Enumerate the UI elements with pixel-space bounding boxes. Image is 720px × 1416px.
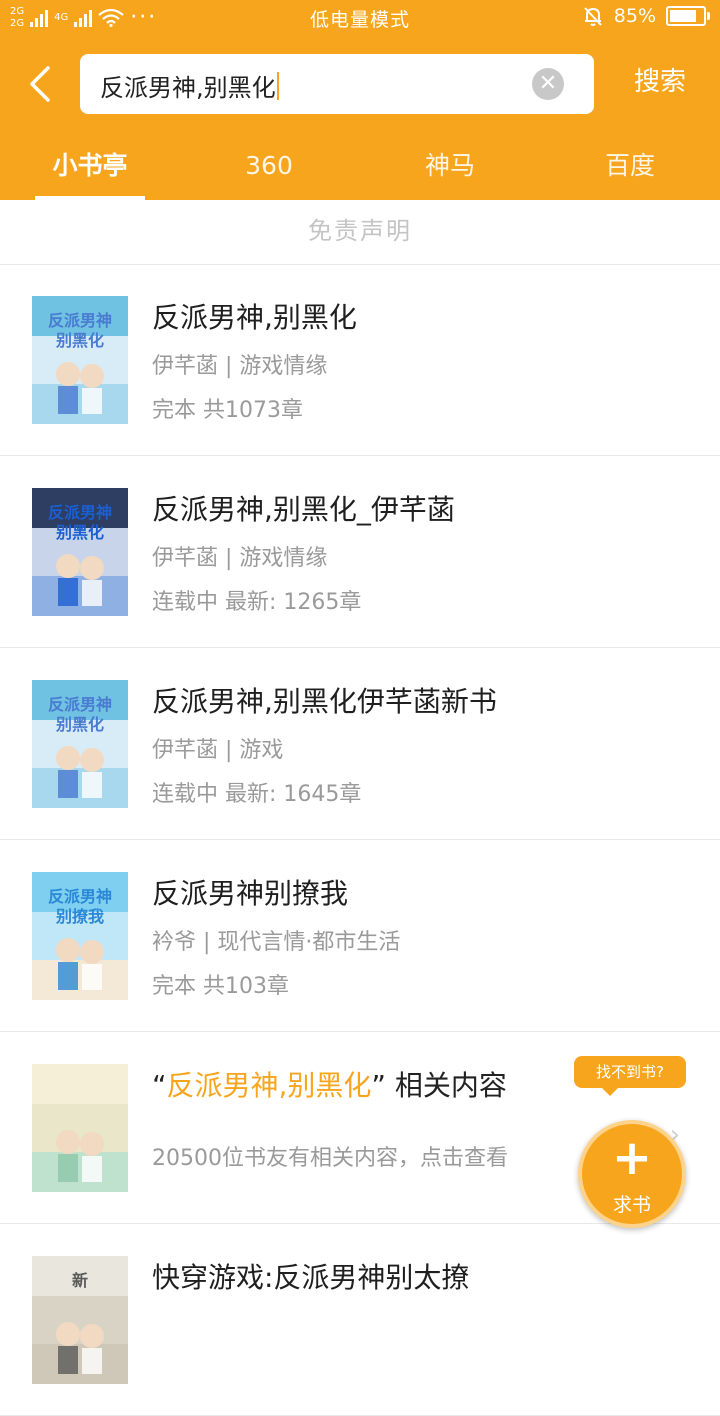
book-author-category: 伊芊菡 | 游戏 bbox=[152, 738, 284, 763]
request-book-label: 求书 bbox=[612, 1194, 651, 1216]
bell-muted-icon bbox=[584, 7, 602, 26]
book-cover: 反派男神 别黑化 bbox=[32, 296, 128, 424]
cover-art: 反派男神别黑化 bbox=[32, 680, 128, 808]
book-title: 快穿游戏:反派男神别太撩 bbox=[152, 1261, 470, 1294]
request-book-button[interactable]: + 求书 bbox=[578, 1120, 686, 1228]
book-status: 连载中 最新: 1265章 bbox=[152, 590, 362, 615]
book-status: 连载中 最新: 1645章 bbox=[152, 782, 362, 807]
status-bar: 2G 2G 4G ··· 低电量模式 85% bbox=[0, 0, 720, 36]
status-right: 85% bbox=[582, 5, 710, 27]
search-input[interactable]: 反派男神,别黑化 ✕ bbox=[80, 54, 594, 114]
cover-title-line-1: 反派男神 bbox=[48, 695, 112, 714]
book-cover: 反派男神 别黑化 bbox=[32, 680, 128, 808]
search-query-text: 反派男神,别黑化 bbox=[100, 74, 276, 102]
result-row[interactable]: 新 快穿游戏:反派男神别太撩 bbox=[0, 1224, 720, 1416]
tab-baidu[interactable]: 百度 bbox=[575, 146, 685, 186]
battery-percent: 85% bbox=[613, 5, 656, 27]
cover-art: 反派男神别撩我 bbox=[32, 872, 128, 1000]
battery-icon bbox=[666, 6, 710, 26]
result-row[interactable]: 反派男神 别黑化 反派男神,别黑化伊芊菡新书 伊芊菡 | 游戏 连载中 最新: 1… bbox=[0, 648, 720, 840]
request-book-fab: 找不到书? + 求书 bbox=[574, 1056, 696, 1236]
text-cursor bbox=[276, 72, 279, 100]
fab-tooltip: 找不到书? bbox=[574, 1056, 686, 1096]
result-row[interactable]: 反派男神 别撩我 反派男神别撩我 衿爷 | 现代言情·都市生活 完本 共103章 bbox=[0, 840, 720, 1032]
search-button[interactable]: 搜索 bbox=[614, 62, 706, 102]
result-row[interactable]: 反派男神 别黑化 反派男神,别黑化 伊芊菡 | 游戏情缘 完本 共1073章 bbox=[0, 264, 720, 456]
search-query[interactable]: 反派男神,别黑化 bbox=[100, 68, 279, 103]
cover-title-line-1: 反派男神 bbox=[48, 887, 112, 906]
book-title: 反派男神,别黑化伊芊菡新书 bbox=[152, 685, 497, 718]
cover-art: 反派男神别黑化 bbox=[32, 296, 128, 424]
related-suffix: ” 相关内容 bbox=[371, 1069, 507, 1102]
back-arrow-icon[interactable] bbox=[26, 64, 60, 104]
clear-search-icon[interactable]: ✕ bbox=[532, 68, 564, 100]
cover-art: 新 bbox=[32, 1256, 128, 1384]
related-count: 20500位书友有相关内容，点击查看 bbox=[152, 1146, 508, 1171]
tab-xiaoshuting[interactable]: 小书亭 bbox=[35, 146, 145, 186]
related-cover bbox=[32, 1064, 128, 1192]
cover-title-line-1: 新 bbox=[72, 1271, 88, 1290]
cover-title-line-2: 别撩我 bbox=[55, 907, 104, 926]
book-title: 反派男神,别黑化_伊芊菡 bbox=[152, 493, 455, 526]
tab-shenma[interactable]: 神马 bbox=[395, 146, 505, 186]
book-title: 反派男神别撩我 bbox=[152, 877, 349, 910]
cover-title-line-2: 别黑化 bbox=[55, 715, 104, 734]
book-author-category: 伊芊菡 | 游戏情缘 bbox=[152, 354, 328, 379]
cover-art: 反派男神别黑化 bbox=[32, 488, 128, 616]
cover-title-line-1: 反派男神 bbox=[48, 311, 112, 330]
cover-art bbox=[32, 1064, 128, 1192]
search-engine-tabs: 小书亭 360 神马 百度 bbox=[0, 130, 720, 200]
cover-title-line-2: 别黑化 bbox=[55, 331, 104, 350]
disclaimer-link[interactable]: 免责声明 bbox=[0, 200, 720, 265]
tab-360[interactable]: 360 bbox=[214, 146, 324, 186]
book-cover: 反派男神 别撩我 bbox=[32, 872, 128, 1000]
book-author-category: 伊芊菡 | 游戏情缘 bbox=[152, 546, 328, 571]
header: 2G 2G 4G ··· 低电量模式 85% 反派男神,别黑化 ✕ 搜索 小书亭… bbox=[0, 0, 720, 200]
book-title: 反派男神,别黑化 bbox=[152, 301, 357, 334]
book-status: 完本 共103章 bbox=[152, 974, 289, 999]
book-author-category: 衿爷 | 现代言情·都市生活 bbox=[152, 930, 401, 955]
quote-open: “ bbox=[152, 1069, 167, 1102]
book-cover: 反派男神 别黑化 bbox=[32, 488, 128, 616]
related-keyword: 反派男神,别黑化 bbox=[166, 1069, 372, 1102]
cover-title-line-2: 别黑化 bbox=[55, 523, 104, 542]
cover-title-line-1: 反派男神 bbox=[48, 503, 112, 522]
related-title: “反派男神,别黑化” 相关内容 bbox=[152, 1064, 507, 1104]
results-list: 反派男神 别黑化 反派男神,别黑化 伊芊菡 | 游戏情缘 完本 共1073章 反派… bbox=[0, 264, 720, 1416]
result-row[interactable]: 反派男神 别黑化 反派男神,别黑化_伊芊菡 伊芊菡 | 游戏情缘 连载中 最新: … bbox=[0, 456, 720, 648]
book-cover: 新 bbox=[32, 1256, 128, 1384]
plus-icon: + bbox=[611, 1130, 653, 1186]
book-status: 完本 共1073章 bbox=[152, 398, 303, 423]
